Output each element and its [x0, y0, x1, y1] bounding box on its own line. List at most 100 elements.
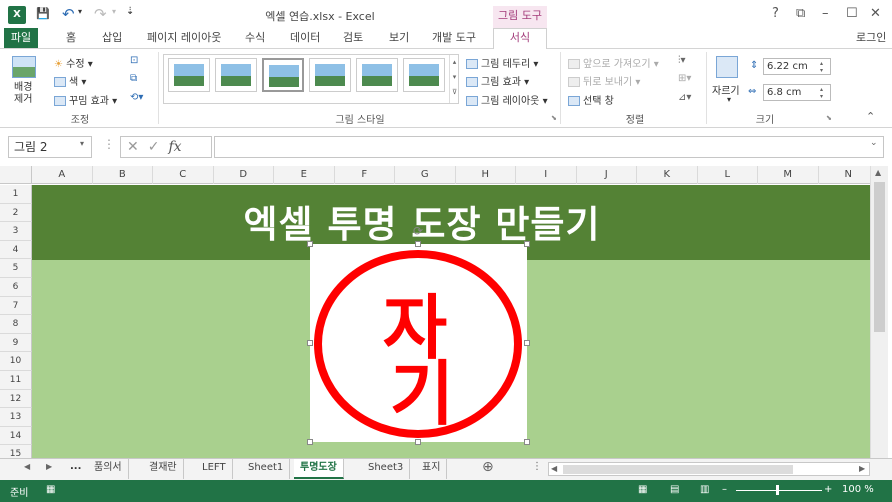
formula-input[interactable]	[214, 136, 884, 158]
sheet-tab[interactable]: 결재란	[143, 459, 184, 479]
new-sheet-button[interactable]: ⊕	[482, 459, 494, 475]
dialog-launcher-icon[interactable]: ⬊	[551, 114, 557, 122]
tab-scroll-right-icon[interactable]: ▶	[46, 462, 52, 471]
picture-style-thumb[interactable]	[168, 58, 210, 92]
resize-handle[interactable]	[524, 439, 530, 445]
select-all-corner[interactable]	[0, 166, 32, 184]
column-header[interactable]: H	[456, 166, 516, 184]
picture-border-button[interactable]: 그림 테두리 ▾	[466, 55, 538, 70]
selection-pane-button[interactable]: 선택 창	[568, 92, 614, 107]
resize-handle[interactable]	[307, 439, 313, 445]
tab-file[interactable]: 파일	[4, 28, 38, 48]
zoom-out-icon[interactable]: –	[722, 484, 727, 495]
row-header[interactable]: 14	[0, 426, 32, 446]
column-header[interactable]: B	[93, 166, 153, 184]
row-header[interactable]: 3	[0, 222, 32, 241]
sheet-tab[interactable]: LEFT	[196, 459, 233, 479]
collapse-ribbon-icon[interactable]: ⌃	[866, 110, 875, 123]
crop-button[interactable]: 자르기	[712, 82, 740, 97]
height-spin-arrows-icon[interactable]: ▴ ▾	[820, 60, 823, 74]
sheet-tab[interactable]: 품의서	[88, 459, 129, 479]
crop-icon[interactable]	[716, 56, 738, 78]
tab-page-layout[interactable]: 페이지 레이아웃	[147, 30, 221, 48]
color-button[interactable]: 색 ▾	[54, 73, 86, 88]
column-header[interactable]: E	[274, 166, 335, 184]
sheet-title-cell[interactable]: 엑셀 투명 도장 만들기	[32, 194, 812, 248]
insert-function-icon[interactable]: fx	[168, 139, 181, 155]
vertical-scrollbar[interactable]: ▲	[870, 166, 888, 460]
more-sheets-button[interactable]: ...	[70, 461, 81, 472]
tab-data[interactable]: 데이터	[290, 30, 320, 48]
maximize-button[interactable]: ☐	[846, 6, 858, 21]
tab-format[interactable]: 서식	[493, 28, 547, 49]
cancel-icon[interactable]: ✕	[127, 139, 148, 155]
row-header[interactable]: 1	[0, 185, 32, 204]
macro-record-icon[interactable]: ▦	[46, 484, 55, 495]
horizontal-scroll-thumb[interactable]	[563, 465, 793, 474]
column-header[interactable]: J	[577, 166, 637, 184]
tab-home[interactable]: 홈	[66, 30, 76, 48]
row-header[interactable]: 13	[0, 408, 32, 427]
column-header[interactable]: G	[395, 166, 456, 184]
help-button[interactable]: ?	[772, 6, 779, 21]
row-header[interactable]: 5	[0, 259, 32, 278]
resize-handle[interactable]	[524, 241, 530, 247]
resize-handle[interactable]	[524, 340, 530, 346]
zoom-in-icon[interactable]: +	[824, 484, 832, 495]
row-header[interactable]: 6	[0, 278, 32, 297]
row-header[interactable]: 2	[0, 203, 32, 223]
reset-picture-icon[interactable]: ⟲▾	[130, 92, 143, 103]
expand-formula-bar-icon[interactable]: ⌄	[870, 138, 878, 148]
crop-dropdown-icon[interactable]: ▾	[727, 95, 731, 104]
sheet-tab[interactable]: Sheet3	[362, 459, 411, 479]
picture-style-thumb[interactable]	[309, 58, 351, 92]
scroll-left-icon[interactable]: ◀	[551, 464, 557, 473]
tab-insert[interactable]: 삽입	[102, 30, 122, 48]
row-header[interactable]: 4	[0, 240, 32, 260]
remove-background-button[interactable]: 배경 제거	[14, 82, 32, 106]
picture-style-thumb[interactable]	[403, 58, 445, 92]
resize-handle[interactable]	[415, 241, 421, 247]
picture-effects-button[interactable]: 그림 효과 ▾	[466, 73, 529, 88]
close-button[interactable]: ✕	[870, 6, 881, 21]
column-header[interactable]: L	[698, 166, 758, 184]
resize-handle[interactable]	[415, 439, 421, 445]
column-header[interactable]: C	[153, 166, 214, 184]
dialog-launcher-icon[interactable]: ⬊	[826, 114, 832, 122]
sheet-tab[interactable]: Sheet1	[242, 459, 291, 479]
tab-review[interactable]: 검토	[343, 30, 363, 48]
rotate-icon[interactable]: ⊿▾	[678, 92, 691, 103]
tab-view[interactable]: 보기	[389, 30, 409, 48]
picture-style-thumb[interactable]	[356, 58, 398, 92]
tab-developer[interactable]: 개발 도구	[432, 30, 476, 48]
row-header[interactable]: 11	[0, 371, 32, 390]
normal-view-icon[interactable]: ▦	[638, 484, 647, 495]
sheet-tab[interactable]: 표지	[416, 459, 448, 479]
horizontal-scrollbar[interactable]: ◀ ▶	[548, 462, 870, 476]
page-layout-view-icon[interactable]: ▤	[670, 484, 679, 495]
column-header[interactable]: F	[335, 166, 395, 184]
picture-style-thumb[interactable]	[262, 58, 304, 92]
sign-in-link[interactable]: 로그인	[856, 30, 886, 48]
zoom-level[interactable]: 100 %	[842, 484, 874, 495]
column-header[interactable]: K	[637, 166, 698, 184]
column-header[interactable]: A	[32, 166, 93, 184]
tab-scroll-left-icon[interactable]: ◀	[24, 462, 30, 471]
group-objects-icon[interactable]: ⊞▾	[678, 73, 691, 84]
enter-icon[interactable]: ✓	[148, 139, 169, 155]
picture-style-thumb[interactable]	[215, 58, 257, 92]
minimize-button[interactable]: –	[822, 6, 829, 21]
ribbon-display-options-button[interactable]: ⧉	[796, 6, 805, 21]
scroll-up-icon[interactable]: ▲	[875, 168, 881, 177]
gallery-scroll[interactable]: ▴ ▾ ⊽	[449, 55, 459, 103]
remove-background-icon[interactable]	[12, 56, 36, 78]
compress-pictures-icon[interactable]: ⊡	[130, 55, 138, 66]
column-header[interactable]: M	[758, 166, 819, 184]
page-break-view-icon[interactable]: ▥	[700, 484, 709, 495]
column-header[interactable]: I	[516, 166, 577, 184]
width-spin-arrows-icon[interactable]: ▴ ▾	[820, 86, 823, 100]
zoom-slider-thumb[interactable]	[776, 485, 779, 495]
zoom-slider[interactable]	[736, 490, 822, 491]
bring-forward-button[interactable]: 앞으로 가져오기 ▾	[568, 55, 659, 70]
column-header[interactable]: D	[214, 166, 274, 184]
